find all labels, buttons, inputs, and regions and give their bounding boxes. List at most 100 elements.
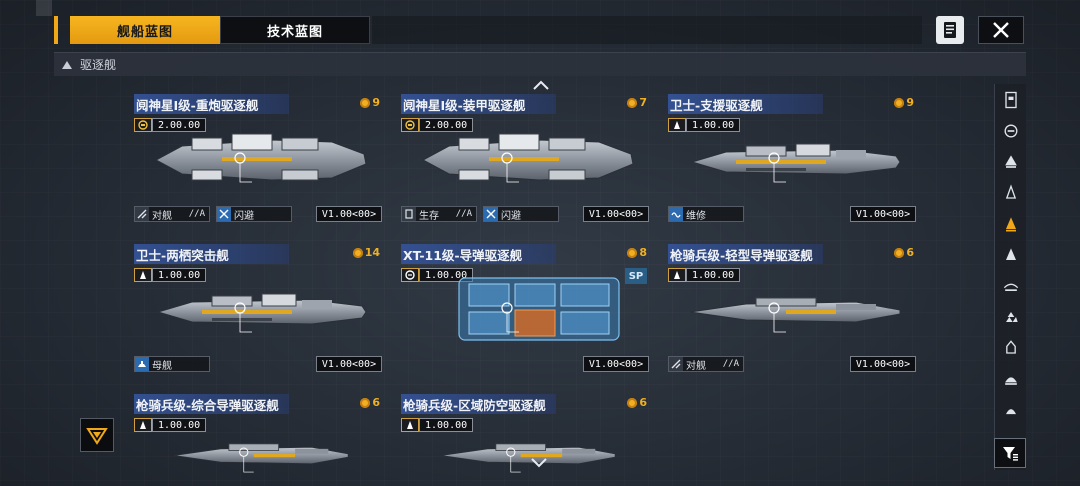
cruiser-class-icon[interactable]	[999, 150, 1023, 174]
category-bar[interactable]: 驱逐舰	[54, 52, 1026, 76]
ship-name-bar: 卫士-两栖突击舰	[134, 244, 289, 264]
ship-card[interactable]: XT-11级-导弹驱逐舰 8 1.00.00 SP V1.00<00>	[401, 244, 649, 380]
filter-icon	[1003, 447, 1018, 461]
aux-ship-icon-glyph	[1003, 283, 1019, 291]
ship-model-image	[155, 133, 367, 183]
blueprint-count-value: 7	[639, 96, 647, 109]
carrier-class-icon-glyph	[1005, 91, 1017, 109]
blueprint-count: 14	[352, 246, 380, 259]
ship-name-bar: 阋神星I级-装甲驱逐舰	[401, 94, 556, 114]
top-bar: 舰船蓝图 技术蓝图	[0, 0, 1080, 48]
document-icon	[944, 22, 956, 38]
chevron-down-icon[interactable]	[530, 458, 548, 468]
tag-grade: //A	[188, 209, 205, 219]
misc-class-icon[interactable]	[999, 398, 1023, 422]
tab-ship-blueprint[interactable]: 舰船蓝图	[70, 16, 220, 44]
fighter-icon-glyph	[1006, 312, 1018, 322]
cruiser-class-icon-glyph	[1005, 155, 1017, 168]
blueprint-coin-icon	[360, 97, 371, 108]
mothership-icon-glyph	[1005, 377, 1017, 385]
ship-name: XT-11级-导弹驱逐舰	[403, 247, 523, 263]
tag-grade: //A	[455, 209, 472, 219]
gunship-icon[interactable]	[999, 336, 1023, 360]
blueprint-coin-icon	[894, 247, 905, 258]
ship-tag: 维修	[668, 206, 744, 222]
ship-tag: 生存 //A	[401, 206, 477, 222]
blueprint-count-value: 6	[639, 396, 647, 409]
blueprint-coin-icon	[894, 97, 905, 108]
blueprint-count-value: 6	[372, 396, 380, 409]
carrier-class-icon[interactable]	[999, 88, 1023, 112]
ship-tags: 维修	[668, 206, 744, 222]
supply-icon	[134, 118, 152, 132]
battlecruiser-class-icon-glyph	[1004, 124, 1018, 138]
ship-card[interactable]: 卫士-支援驱逐舰 9 1.00.00 维修 V1.00<00>	[668, 94, 916, 230]
gunship-icon-glyph	[1006, 340, 1016, 354]
ship-card[interactable]: 枪骑兵级-区域防空驱逐舰 6 1.00.00	[401, 394, 649, 486]
evasion-icon	[217, 207, 231, 221]
aux-ship-icon[interactable]	[999, 274, 1023, 298]
fighter-icon[interactable]	[999, 305, 1023, 329]
tag-label: 闪避	[501, 210, 521, 222]
battlecruiser-class-icon[interactable]	[999, 119, 1023, 143]
ship-model-image	[173, 443, 349, 473]
category-label: 驱逐舰	[80, 58, 117, 72]
destroyer-class-icon[interactable]	[999, 212, 1023, 236]
blueprint-coin-icon	[352, 247, 363, 258]
ship-tag: 对舰 //A	[668, 356, 744, 372]
collapse-triangle-icon	[62, 60, 72, 69]
rank-icon	[134, 418, 152, 432]
frigate-class-icon[interactable]	[999, 181, 1023, 205]
version-label: V1.00<00>	[850, 356, 916, 372]
version-label: V1.00<00>	[583, 206, 649, 222]
ship-tags: 生存 //A 闪避	[401, 206, 559, 222]
fleet-emblem-button[interactable]	[80, 418, 114, 452]
ship-model-image	[157, 293, 367, 333]
close-icon	[993, 22, 1009, 38]
ship-card[interactable]: 卫士-两栖突击舰 14 1.00.00 母舰 V1.00<00>	[134, 244, 382, 380]
tag-label: 母舰	[152, 360, 172, 372]
rank-icon	[401, 418, 419, 432]
tag-grade: //A	[722, 359, 739, 369]
tab-tech-blueprint[interactable]: 技术蓝图	[220, 16, 370, 44]
ship-name-bar: 卫士-支援驱逐舰	[668, 94, 823, 114]
destroyer-class-icon-glyph	[1006, 217, 1016, 232]
version-label: V1.00<00>	[583, 356, 649, 372]
close-button[interactable]	[978, 16, 1024, 44]
blueprint-count: 6	[894, 246, 914, 259]
blueprint-count-value: 6	[906, 246, 914, 259]
ship-card[interactable]: 阋神星I级-装甲驱逐舰 7 2.00.00 生存//A 闪避 V1.00<00>	[401, 94, 649, 230]
ship-name: 枪骑兵级-区域防空驱逐舰	[403, 397, 546, 413]
ship-card[interactable]: 枪骑兵级-综合导弹驱逐舰 6 1.00.00	[134, 394, 382, 486]
tag-label: 对舰	[686, 360, 706, 372]
blueprint-count: 6	[627, 396, 647, 409]
anti-ship-icon	[135, 207, 149, 221]
chevron-up-icon[interactable]	[532, 80, 550, 90]
top-accent-bar	[54, 16, 58, 44]
ship-class-filter-rail	[994, 84, 1026, 470]
ship-name-bar: 枪骑兵级-轻型导弹驱逐舰	[668, 244, 823, 264]
misc-class-icon-glyph	[1006, 409, 1016, 415]
survival-icon	[402, 207, 416, 221]
filter-button[interactable]	[994, 438, 1026, 468]
document-button[interactable]	[936, 16, 964, 44]
version-label: V1.00<00>	[316, 206, 382, 222]
blueprint-count: 8	[627, 246, 647, 259]
ship-name: 卫士-两栖突击舰	[136, 247, 229, 263]
ship-name: 枪骑兵级-轻型导弹驱逐舰	[670, 247, 813, 263]
corvette-class-icon-glyph	[1006, 248, 1016, 260]
blueprint-coin-icon	[627, 97, 638, 108]
ship-card[interactable]: 枪骑兵级-轻型导弹驱逐舰 6 1.00.00 对舰//A V1.00<00>	[668, 244, 916, 380]
version-label: V1.00<00>	[316, 356, 382, 372]
blueprint-count-value: 9	[906, 96, 914, 109]
rank-icon	[668, 118, 686, 132]
mothership-icon[interactable]	[999, 367, 1023, 391]
blueprint-tabs: 舰船蓝图 技术蓝图	[70, 16, 370, 44]
blueprint-count-value: 8	[639, 246, 647, 259]
frigate-class-icon-glyph	[1005, 184, 1017, 199]
ship-tags: 对舰 //A	[668, 356, 744, 372]
ship-tag: 闪避	[483, 206, 559, 222]
corvette-class-icon[interactable]	[999, 243, 1023, 267]
ship-card[interactable]: 阋神星I级-重炮驱逐舰 9 2.00.00 对舰//A 闪避 V1.00<00>	[134, 94, 382, 230]
ship-tags: 母舰	[134, 356, 210, 372]
